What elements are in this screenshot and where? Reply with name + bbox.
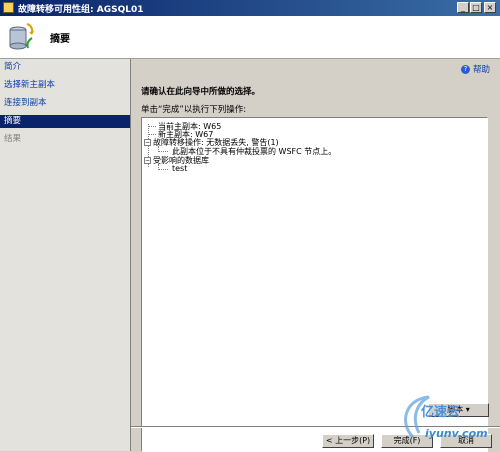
nav-item-intro[interactable]: 简介	[0, 61, 130, 74]
window-title: 故障转移可用性组: AGSQL01	[18, 5, 144, 15]
tree-connector	[158, 151, 168, 152]
nav-item-connect-replicas[interactable]: 连接到副本	[0, 97, 130, 110]
database-migration-icon	[9, 23, 34, 50]
minimize-button[interactable]: _	[457, 2, 469, 13]
wizard-window: 故障转移可用性组: AGSQL01 _ □ × 摘要 简介 选择新主副本 连接到…	[0, 0, 500, 452]
wizard-header: 摘要	[0, 16, 500, 59]
instruction-text: 请确认在此向导中所做的选择。	[141, 87, 261, 97]
nav-item-summary[interactable]: 摘要	[0, 115, 130, 128]
close-button[interactable]: ×	[484, 2, 496, 13]
help-label: 帮助	[472, 65, 490, 75]
wizard-nav: 简介 选择新主副本 连接到副本 摘要 结果	[0, 59, 131, 451]
page-title: 摘要	[50, 34, 70, 45]
maximize-button[interactable]: □	[470, 2, 482, 13]
nav-item-results: 结果	[4, 134, 22, 144]
subtitle-text: 单击“完成”以执行下列操作:	[141, 105, 247, 115]
watermark: 亿速云 iyunv.com	[395, 393, 499, 449]
tree-connector	[158, 169, 168, 170]
tree-connector	[148, 134, 156, 135]
tree-connector	[148, 126, 156, 127]
help-icon: ?	[460, 65, 470, 74]
watermark-url: iyunv.com	[425, 427, 488, 440]
collapse-icon[interactable]: −	[144, 139, 151, 146]
collapse-icon[interactable]: −	[144, 157, 151, 164]
help-link[interactable]: ? 帮助	[460, 63, 490, 75]
title-bar: 故障转移可用性组: AGSQL01 _ □ ×	[0, 0, 500, 16]
app-icon	[3, 2, 14, 13]
watermark-text: 亿速云	[421, 405, 461, 420]
back-button[interactable]: < 上一步(P)	[322, 434, 374, 448]
nav-item-select-new-primary[interactable]: 选择新主副本	[0, 79, 130, 92]
tree-item-db[interactable]: test	[172, 164, 187, 173]
